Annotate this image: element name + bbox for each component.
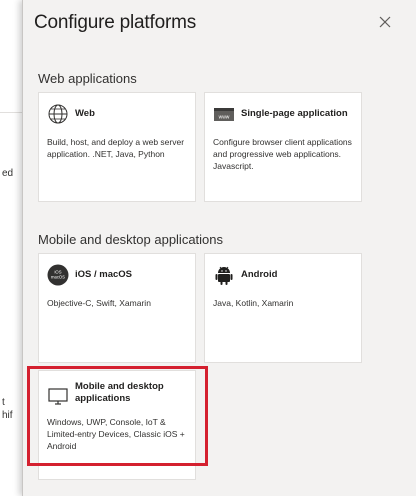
platform-tile-mobile-desktop[interactable]: Mobile and desktop applications Windows,… [38,370,196,480]
background-text-fragment: hif [2,410,13,421]
panel-title: Configure platforms [34,12,196,33]
browser-window-icon: www [213,103,235,125]
tile-description: Windows, UWP, Console, IoT & Limited-ent… [47,417,185,451]
android-icon [213,264,235,286]
background-text-fragment: t [2,397,5,408]
ios-macos-icon: iOS macOS [47,264,69,286]
close-icon [379,16,391,28]
tile-title: Single-page application [241,108,348,119]
section-heading-web-applications: Web applications [38,71,137,86]
tile-description: Objective-C, Swift, Xamarin [47,298,151,308]
close-button[interactable] [377,14,393,30]
svg-text:macOS: macOS [51,275,65,280]
tile-description: Java, Kotlin, Xamarin [213,298,294,308]
platform-tile-single-page-application[interactable]: www Single-page application Configure br… [204,92,362,202]
platform-tile-android[interactable]: Android Java, Kotlin, Xamarin [204,253,362,363]
tile-description: Configure browser client applications an… [213,137,352,171]
globe-icon [47,103,69,125]
tile-title: iOS / macOS [75,269,133,280]
desktop-monitor-icon [47,385,69,407]
platform-tile-ios-macos[interactable]: iOS macOS iOS / macOS Objective-C, Swift… [38,253,196,363]
background-divider [0,112,22,113]
svg-text:www: www [219,115,230,121]
configure-platforms-panel: Configure platforms Web applications Web… [22,0,416,496]
tile-title: Android [241,269,278,280]
background-page-strip: ed t hif [0,0,22,496]
tile-title: Web [75,108,95,119]
tile-title: Mobile and desktop applications [75,381,164,404]
tile-description: Build, host, and deploy a web server app… [47,137,185,159]
section-heading-mobile-desktop: Mobile and desktop applications [38,232,224,247]
platform-tile-web[interactable]: Web Build, host, and deploy a web server… [38,92,196,202]
background-text-fragment: ed [2,168,14,179]
